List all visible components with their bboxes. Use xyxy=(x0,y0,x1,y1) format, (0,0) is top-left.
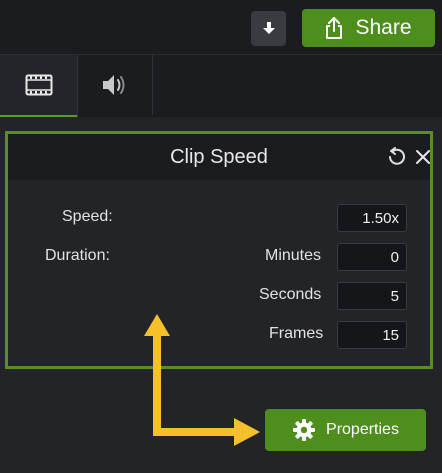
reset-icon[interactable] xyxy=(387,147,405,167)
share-button[interactable]: Share xyxy=(302,9,435,47)
speaker-icon xyxy=(103,75,125,95)
top-toolbar: Share xyxy=(0,0,442,55)
share-export-icon xyxy=(326,17,343,39)
properties-tabbar xyxy=(0,55,442,118)
close-icon[interactable] xyxy=(415,149,431,165)
speed-label: Speed: xyxy=(62,208,113,225)
speed-field[interactable]: 1.50x xyxy=(337,204,407,232)
clip-speed-title: Clip Speed xyxy=(170,145,268,168)
properties-label: Properties xyxy=(326,421,399,438)
download-button[interactable] xyxy=(251,11,286,46)
tab-audio-properties[interactable] xyxy=(78,55,153,115)
gear-icon xyxy=(293,419,316,441)
minutes-label: Minutes xyxy=(265,247,322,264)
tab-visual-properties[interactable] xyxy=(0,55,78,118)
annotation-arrow xyxy=(144,314,260,446)
frames-field[interactable]: 15 xyxy=(337,321,407,349)
film-strip-icon xyxy=(25,74,52,96)
minutes-field[interactable]: 0 xyxy=(337,243,407,271)
clip-speed-header: Clip Speed xyxy=(8,134,430,180)
download-arrow-icon xyxy=(262,21,275,34)
share-label: Share xyxy=(355,16,412,39)
properties-button[interactable]: Properties xyxy=(265,409,426,451)
frames-label: Frames xyxy=(269,325,324,342)
seconds-label: Seconds xyxy=(259,286,322,303)
duration-label: Duration: xyxy=(45,247,110,264)
seconds-field[interactable]: 5 xyxy=(337,282,407,310)
